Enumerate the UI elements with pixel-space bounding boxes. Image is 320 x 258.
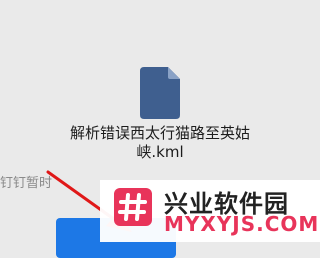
document-icon <box>140 67 180 119</box>
watermark-url: MYXYJS.COM <box>164 212 320 236</box>
hash-logo-icon <box>114 188 152 226</box>
file-name: 解析错误西太行猫路至英姑峡.kml <box>69 124 250 161</box>
watermark: 兴业软件园 MYXYJS.COM <box>100 180 320 242</box>
